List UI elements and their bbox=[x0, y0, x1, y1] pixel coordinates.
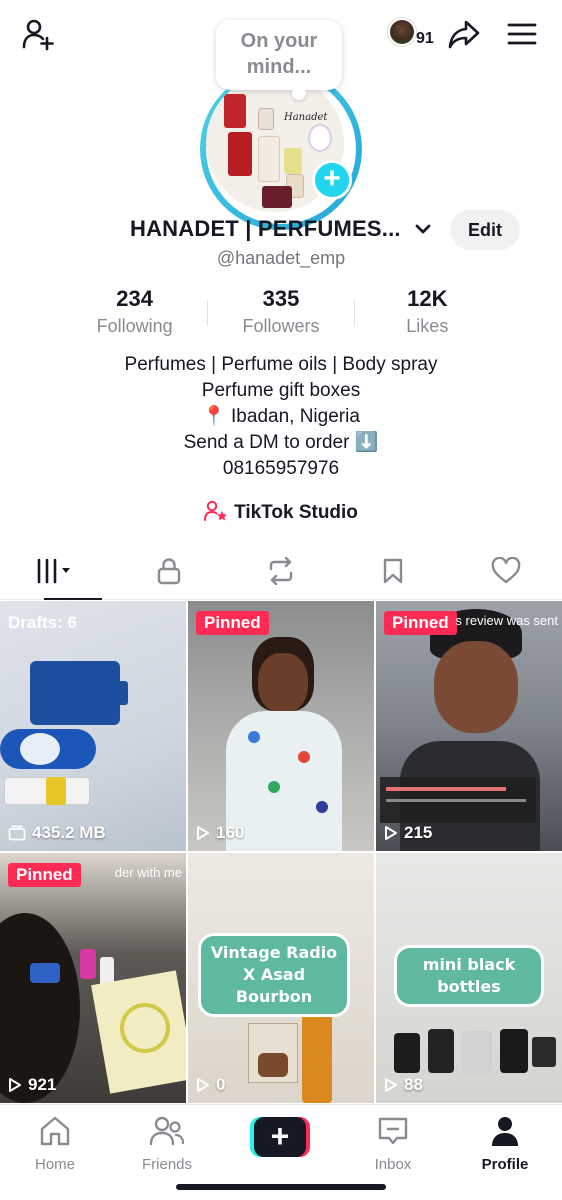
tab-favorites[interactable] bbox=[337, 548, 449, 599]
video-tile[interactable]: Vintage Radio X Asad Bourbon 0 bbox=[188, 853, 374, 1103]
caption-bubble: mini black bottles bbox=[394, 945, 544, 1007]
nav-friends[interactable]: Friends bbox=[112, 1115, 222, 1173]
nav-profile[interactable]: Profile bbox=[450, 1115, 560, 1173]
lock-icon bbox=[156, 557, 182, 590]
hamburger-menu-icon[interactable] bbox=[502, 14, 542, 54]
drafts-label: Drafts: 6 bbox=[8, 613, 77, 632]
display-name[interactable]: HANADET | PERFUMES... bbox=[130, 216, 401, 242]
play-icon bbox=[9, 1078, 21, 1092]
play-icon bbox=[385, 826, 397, 840]
home-icon bbox=[40, 1116, 70, 1146]
view-count-text: 0 bbox=[216, 1075, 226, 1094]
stat-value: 234 bbox=[116, 286, 154, 311]
tab-videos[interactable] bbox=[0, 548, 112, 600]
tiktok-studio-link[interactable]: TikTok Studio bbox=[0, 500, 562, 528]
edit-profile-button[interactable]: Edit bbox=[450, 210, 520, 250]
play-icon bbox=[385, 1078, 397, 1092]
video-tile[interactable]: Pinned der with me 921 bbox=[0, 853, 186, 1103]
play-icon bbox=[197, 1078, 209, 1092]
video-grid: Drafts: 6 435.2 MB Pinned 160 Pinned s r… bbox=[0, 601, 562, 1103]
view-count: 160 bbox=[196, 823, 244, 843]
bio-phone[interactable]: 08165957976 bbox=[0, 456, 562, 482]
plus-icon: + bbox=[254, 1117, 306, 1157]
tab-private[interactable] bbox=[112, 548, 224, 599]
stat-label: Following bbox=[96, 316, 173, 336]
profile-icon bbox=[492, 1117, 518, 1146]
view-count-text: 88 bbox=[404, 1075, 423, 1094]
play-icon bbox=[197, 826, 209, 840]
heart-icon bbox=[491, 556, 521, 590]
chevron-down-icon[interactable] bbox=[414, 222, 432, 241]
nav-label: Friends bbox=[141, 1156, 193, 1173]
nav-label: Profile bbox=[481, 1156, 529, 1173]
stat-followers[interactable]: 335 Followers bbox=[208, 286, 353, 346]
profile-avatar[interactable]: Hanadet bbox=[200, 68, 362, 230]
friends-icon bbox=[149, 1116, 185, 1146]
studio-user-star-icon bbox=[204, 500, 228, 528]
nav-label: Home bbox=[34, 1156, 75, 1173]
view-count-text: 160 bbox=[216, 823, 245, 842]
profile-bio: Perfumes | Perfume oils | Body spray Per… bbox=[0, 352, 562, 482]
view-count: 0 bbox=[196, 1075, 225, 1095]
video-tile[interactable]: mini black bottles 88 bbox=[376, 853, 562, 1103]
add-user-icon[interactable] bbox=[18, 14, 58, 54]
tab-reposts[interactable] bbox=[225, 548, 337, 599]
home-indicator bbox=[176, 1184, 386, 1190]
view-count: 921 bbox=[8, 1075, 56, 1095]
video-overlay-text: der with me bbox=[114, 865, 182, 880]
viewer-avatar bbox=[388, 18, 416, 46]
add-story-button[interactable]: + bbox=[312, 160, 352, 200]
folder-icon bbox=[8, 825, 26, 841]
view-count: 215 bbox=[384, 823, 432, 843]
stat-following[interactable]: 234 Following bbox=[62, 286, 207, 346]
nav-home[interactable]: Home bbox=[0, 1115, 110, 1173]
username: @hanadet_emp bbox=[216, 248, 346, 268]
nav-label: Inbox bbox=[374, 1156, 412, 1173]
video-tile[interactable]: Pinned 160 bbox=[188, 601, 374, 851]
avatar-brand-text: Hanadet bbox=[284, 112, 328, 123]
tab-liked[interactable] bbox=[450, 548, 562, 599]
bio-line: Perfumes | Perfume oils | Body spray bbox=[124, 354, 438, 375]
studio-label: TikTok Studio bbox=[234, 502, 358, 523]
share-arrow-icon[interactable] bbox=[444, 14, 484, 54]
stat-label: Likes bbox=[406, 316, 449, 336]
bookmark-icon bbox=[381, 557, 405, 590]
video-tile[interactable]: Pinned s review was sent 215 bbox=[376, 601, 562, 851]
drafts-size: 435.2 MB bbox=[8, 823, 106, 843]
pinned-badge: Pinned bbox=[196, 611, 269, 635]
note-bubble[interactable]: On your mind... bbox=[216, 20, 342, 90]
video-overlay-text: s review was sent bbox=[455, 613, 558, 628]
repost-icon bbox=[265, 556, 297, 590]
caption-bubble: Vintage Radio X Asad Bourbon bbox=[198, 933, 350, 1017]
stat-value: 335 bbox=[262, 286, 300, 311]
bio-line: Perfume gift boxes bbox=[201, 380, 361, 401]
inbox-icon bbox=[378, 1117, 408, 1145]
view-count: 88 bbox=[384, 1075, 423, 1095]
drafts-size-text: 435.2 MB bbox=[32, 823, 106, 842]
stat-value: 12K bbox=[407, 286, 448, 311]
bio-line: Send a DM to order ⬇️ bbox=[183, 432, 379, 453]
videos-grid-icon bbox=[36, 558, 76, 589]
bio-line: 📍 Ibadan, Nigeria bbox=[202, 406, 360, 427]
stat-likes[interactable]: 12K Likes bbox=[355, 286, 500, 346]
profile-viewers-button[interactable]: 91 bbox=[388, 16, 438, 52]
nav-inbox[interactable]: Inbox bbox=[338, 1115, 448, 1173]
pinned-badge: Pinned bbox=[384, 611, 457, 635]
view-count-text: 215 bbox=[404, 823, 433, 842]
create-button[interactable]: + bbox=[250, 1117, 310, 1157]
pinned-badge: Pinned bbox=[8, 863, 81, 887]
view-count-text: 921 bbox=[28, 1075, 57, 1094]
profile-tabs bbox=[0, 548, 562, 600]
stats-row: 234 Following 335 Followers 12K Likes bbox=[62, 286, 500, 346]
drafts-tile[interactable]: Drafts: 6 435.2 MB bbox=[0, 601, 186, 851]
note-bubble-tail bbox=[292, 86, 306, 100]
viewer-count: 91 bbox=[416, 30, 434, 47]
stat-label: Followers bbox=[242, 316, 320, 336]
